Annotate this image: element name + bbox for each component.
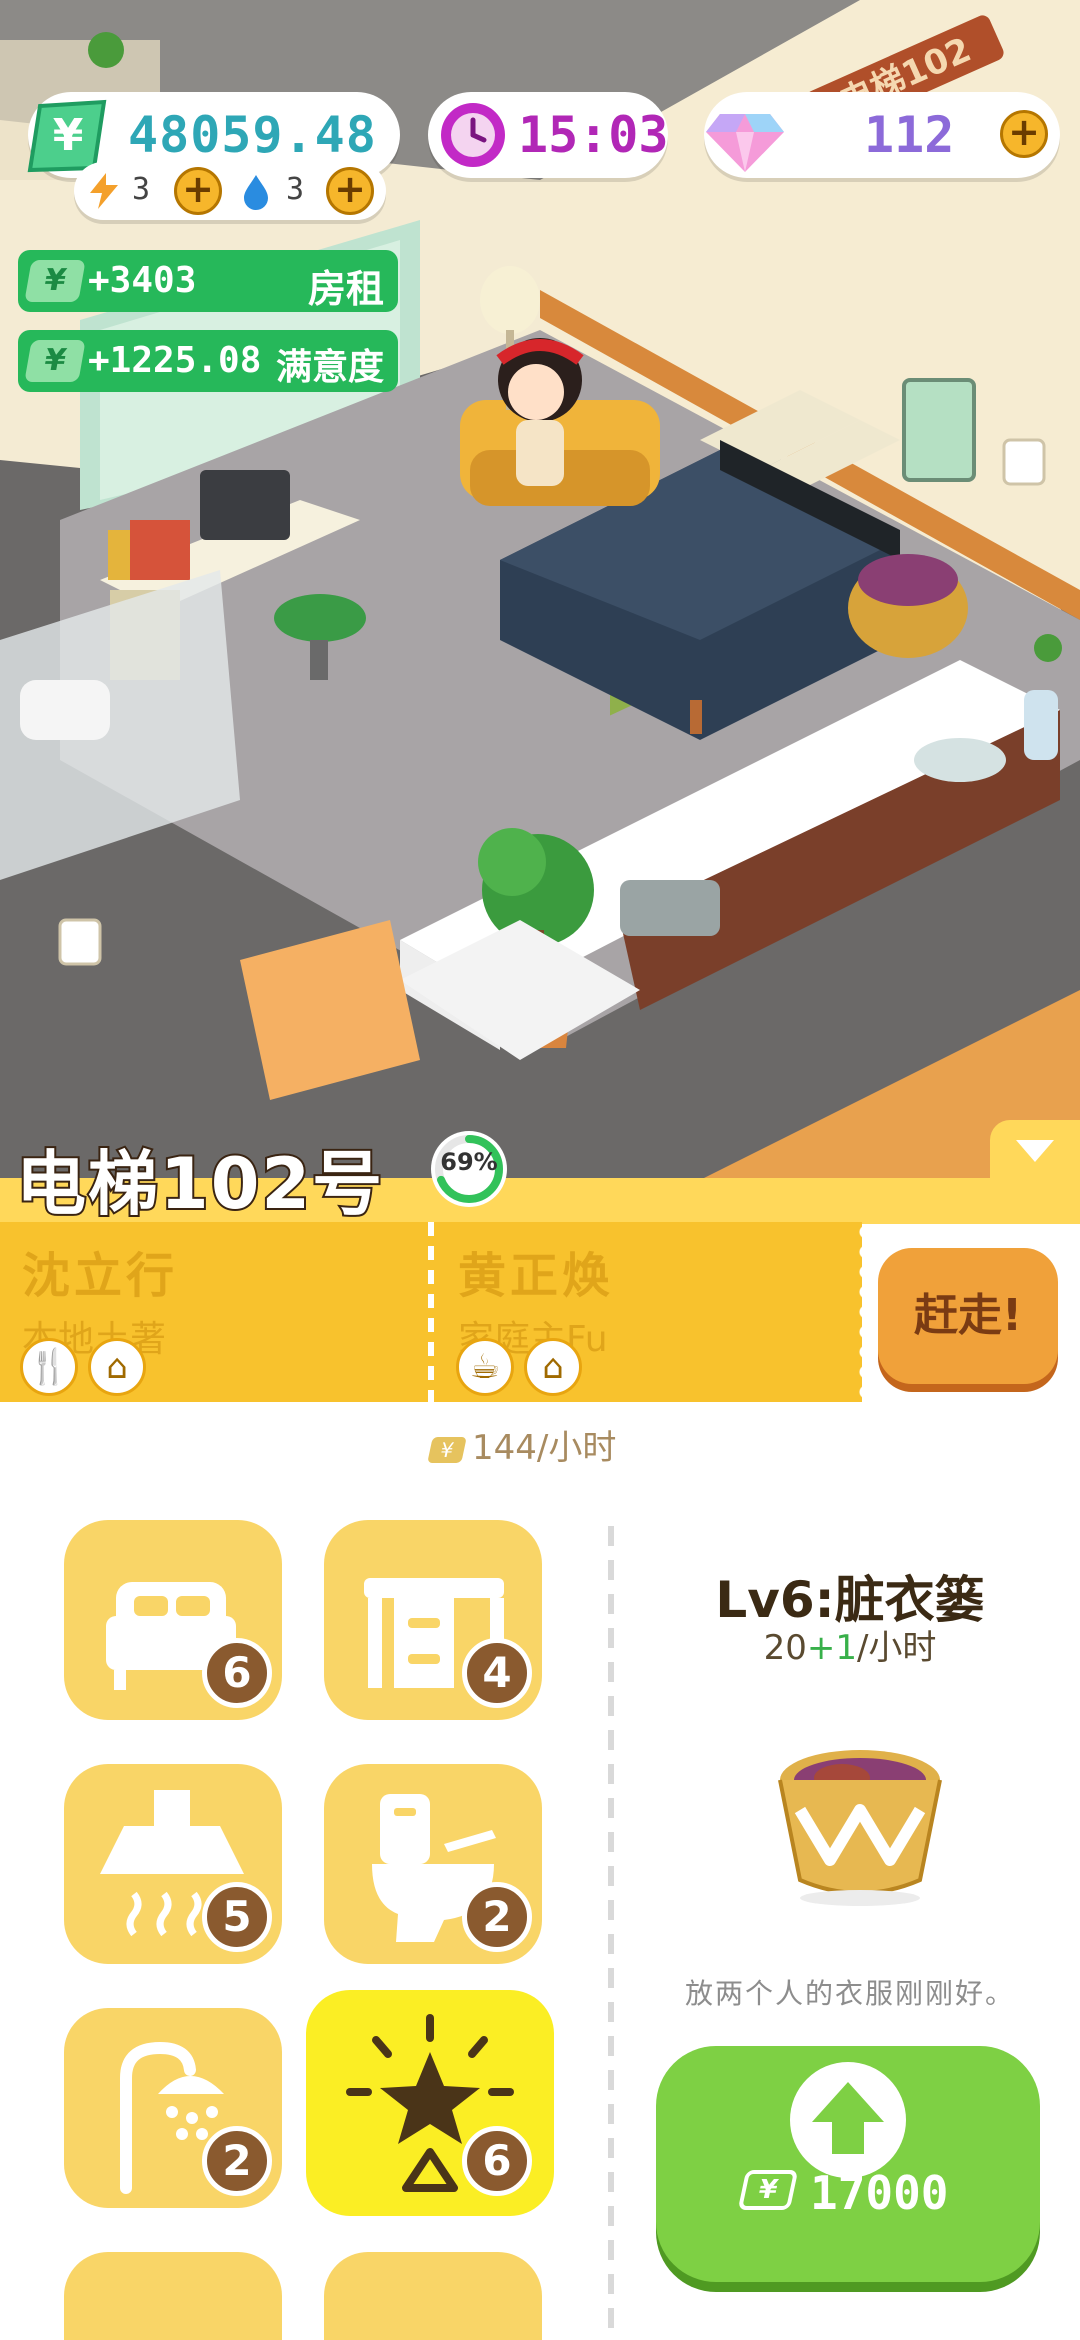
- collapse-panel-button[interactable]: [990, 1120, 1080, 1210]
- item-income-rate: 20+1/小时: [640, 1620, 1060, 1669]
- ticket-edge: [852, 1222, 866, 1402]
- category-decor-selected[interactable]: 6: [306, 1990, 554, 2216]
- energy-count: 3: [132, 172, 151, 207]
- tenant-1-name: 沈立行: [22, 1248, 179, 1304]
- room-title: 电梯102号: [14, 1141, 385, 1227]
- evict-button[interactable]: 赶走!: [878, 1248, 1058, 1384]
- rent-income-amount: +3403: [88, 260, 197, 301]
- category-bathroom[interactable]: 2: [324, 1764, 542, 1964]
- category-partial-1[interactable]: [64, 2252, 282, 2340]
- panel-divider: [608, 1526, 614, 2340]
- fork-knife-icon: 🍴: [20, 1338, 78, 1396]
- money-amount: 48059.48: [128, 106, 377, 164]
- category-partial-2[interactable]: [324, 2252, 542, 2340]
- category-desk-count: 4: [462, 1638, 532, 1708]
- item-rate-bonus: +1: [806, 1628, 857, 1668]
- rent-rate: ¥144/小时: [427, 1420, 617, 1469]
- tenant-2-name: 黄正焕: [458, 1248, 615, 1304]
- category-kitchen[interactable]: 5: [64, 1764, 282, 1964]
- rent-income-label: 房租: [307, 267, 384, 311]
- resource-bar: 3 + 3 +: [74, 162, 386, 220]
- category-shower-count: 2: [202, 2126, 272, 2196]
- category-bathroom-count: 2: [462, 1882, 532, 1952]
- energy-icon: [90, 173, 118, 209]
- gem-counter[interactable]: 112 +: [704, 92, 1060, 178]
- category-desk[interactable]: 4: [324, 1520, 542, 1720]
- category-shower[interactable]: 2: [64, 2008, 282, 2208]
- rent-rate-text: 144/小时: [472, 1428, 617, 1468]
- clock-icon: [441, 103, 505, 167]
- yen-icon: ¥: [24, 260, 86, 302]
- category-decor-count: 6: [462, 2126, 532, 2196]
- laundry-basket-icon: [778, 1750, 942, 1906]
- item-rate-base: 20: [763, 1628, 807, 1668]
- game-screen: 电梯102 ¥ 48059.48 3 + 3 + 15:03 112 + ¥ +…: [0, 0, 1080, 2340]
- basket-icon: ⌂: [524, 1338, 582, 1396]
- chevron-down-icon: [1016, 1140, 1054, 1162]
- upgrade-price: 17000: [810, 2166, 949, 2220]
- upgrade-button[interactable]: [656, 2046, 1040, 2282]
- water-count: 3: [286, 172, 305, 207]
- rent-income-chip: ¥ +3403 房租: [18, 250, 398, 312]
- basket-icon: ⌂: [88, 1338, 146, 1396]
- add-energy-button[interactable]: +: [174, 167, 222, 215]
- cup-icon: ☕: [456, 1338, 514, 1396]
- tenant-divider: [428, 1222, 434, 1402]
- add-water-button[interactable]: +: [326, 167, 374, 215]
- satisfaction-income-amount: +1225.08: [88, 340, 262, 381]
- diamond-icon: [706, 114, 784, 172]
- item-description: 放两个人的衣服刚刚好。: [684, 1977, 1015, 2010]
- satisfaction-income-chip: ¥ +1225.08 满意度: [18, 330, 398, 392]
- clock-time: 15:03: [518, 106, 669, 164]
- category-bed-count: 6: [202, 1638, 272, 1708]
- clock-display: 15:03: [428, 92, 669, 178]
- arrow-up-icon: [790, 2062, 906, 2178]
- satisfaction-income-label: 满意度: [275, 347, 384, 388]
- yen-icon: ¥: [24, 340, 86, 382]
- gem-count: 112: [864, 106, 955, 164]
- svg-text:¥: ¥: [53, 110, 84, 161]
- yen-icon: ¥: [427, 1436, 467, 1463]
- water-drop-icon: [244, 175, 268, 210]
- satisfaction-percent: 69%: [440, 1148, 498, 1176]
- category-bed[interactable]: 6: [64, 1520, 282, 1720]
- item-rate-unit: /小时: [856, 1628, 937, 1668]
- add-gems-button[interactable]: +: [1000, 110, 1048, 158]
- yen-icon: ¥: [737, 2170, 799, 2210]
- category-kitchen-count: 5: [202, 1882, 272, 1952]
